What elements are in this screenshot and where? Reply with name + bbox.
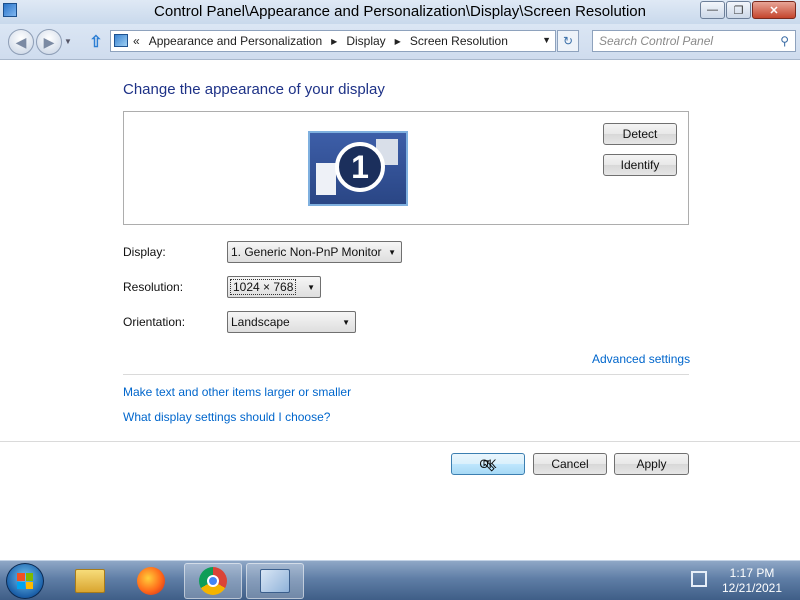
address-bar[interactable]: « Appearance and Personalization ▶ Displ… xyxy=(110,30,556,52)
orientation-select[interactable]: Landscape ▼ xyxy=(227,311,356,333)
breadcrumb-overflow[interactable]: « xyxy=(133,34,140,48)
breadcrumb-separator-icon[interactable]: ▶ xyxy=(331,37,337,46)
system-clock[interactable]: 1:17 PM 12/21/2021 xyxy=(712,566,792,596)
clock-time: 1:17 PM xyxy=(729,566,775,580)
divider xyxy=(0,441,800,442)
monitor-1-thumbnail[interactable]: 1 xyxy=(308,131,408,206)
chevron-down-icon: ▼ xyxy=(307,283,315,292)
monitor-window-graphic xyxy=(316,163,336,195)
chevron-down-icon: ▼ xyxy=(388,248,396,257)
apply-button[interactable]: Apply xyxy=(614,453,689,475)
taskbar-display-settings[interactable] xyxy=(246,563,304,599)
up-level-button[interactable]: ⇧ xyxy=(87,32,105,52)
address-dropdown-icon[interactable]: ▼ xyxy=(542,35,551,45)
chevron-down-icon: ▼ xyxy=(342,318,350,327)
forward-button[interactable]: ▶ xyxy=(36,29,62,55)
divider xyxy=(123,374,689,375)
monitor-number-badge: 1 xyxy=(335,142,385,192)
resolution-select-value: 1024 × 768 xyxy=(230,279,297,295)
page-title: Change the appearance of your display xyxy=(123,81,385,98)
text-size-link[interactable]: Make text and other items larger or smal… xyxy=(123,385,351,399)
refresh-button[interactable]: ↻ xyxy=(557,30,579,52)
resolution-label: Resolution: xyxy=(123,280,184,294)
orientation-label: Orientation: xyxy=(123,315,186,329)
refresh-icon: ↻ xyxy=(562,34,574,48)
breadcrumb-display[interactable]: Display xyxy=(346,34,385,48)
taskbar-firefox[interactable] xyxy=(122,563,180,599)
folder-icon xyxy=(75,569,105,593)
clock-date: 12/21/2021 xyxy=(721,581,783,595)
display-select[interactable]: 1. Generic Non-PnP Monitor ▼ xyxy=(227,241,402,263)
title-bar: Control Panel\Appearance and Personaliza… xyxy=(0,0,800,24)
advanced-settings-link[interactable]: Advanced settings xyxy=(592,352,690,366)
minimize-button[interactable]: — xyxy=(700,1,725,19)
search-input[interactable] xyxy=(599,33,769,49)
back-arrow-icon: ◀ xyxy=(15,33,27,50)
maximize-button[interactable]: ❐ xyxy=(726,1,751,19)
chrome-icon xyxy=(199,567,227,595)
recent-pages-dropdown-icon[interactable]: ▼ xyxy=(64,37,72,46)
breadcrumb-separator-icon[interactable]: ▶ xyxy=(395,37,401,46)
forward-arrow-icon: ▶ xyxy=(43,33,55,50)
breadcrumb: « Appearance and Personalization ▶ Displ… xyxy=(133,34,508,48)
network-icon[interactable] xyxy=(691,571,707,587)
search-icon[interactable]: ⚲ xyxy=(780,34,789,48)
mouse-cursor-icon: ⬁ xyxy=(481,455,497,475)
orientation-select-value: Landscape xyxy=(231,315,290,329)
monitor-arrangement-panel: 1 Detect Identify xyxy=(123,111,689,225)
taskbar-chrome[interactable] xyxy=(184,563,242,599)
display-label: Display: xyxy=(123,245,166,259)
navigation-bar: ◀ ▶ ▼ ⇧ « Appearance and Personalization… xyxy=(0,24,800,60)
taskbar: 1:17 PM 12/21/2021 xyxy=(0,560,800,600)
detect-button[interactable]: Detect xyxy=(603,123,677,145)
breadcrumb-appearance[interactable]: Appearance and Personalization xyxy=(149,34,322,48)
start-button[interactable] xyxy=(6,563,44,599)
taskbar-windows-explorer[interactable] xyxy=(61,563,119,599)
control-panel-icon xyxy=(114,34,128,47)
firefox-icon xyxy=(137,567,165,595)
display-help-link[interactable]: What display settings should I choose? xyxy=(123,410,330,424)
window-title: Control Panel\Appearance and Personaliza… xyxy=(154,3,646,20)
identify-button[interactable]: Identify xyxy=(603,154,677,176)
display-select-value: 1. Generic Non-PnP Monitor xyxy=(231,245,382,259)
close-button[interactable]: ✕ xyxy=(752,1,796,19)
search-box[interactable]: ⚲ xyxy=(592,30,796,52)
breadcrumb-screen-resolution[interactable]: Screen Resolution xyxy=(410,34,508,48)
windows-logo-icon xyxy=(17,573,33,589)
cancel-button[interactable]: Cancel xyxy=(533,453,607,475)
back-button[interactable]: ◀ xyxy=(8,29,34,55)
display-settings-icon xyxy=(260,569,290,593)
resolution-select[interactable]: 1024 × 768 ▼ xyxy=(227,276,321,298)
up-arrow-icon: ⇧ xyxy=(89,34,103,51)
